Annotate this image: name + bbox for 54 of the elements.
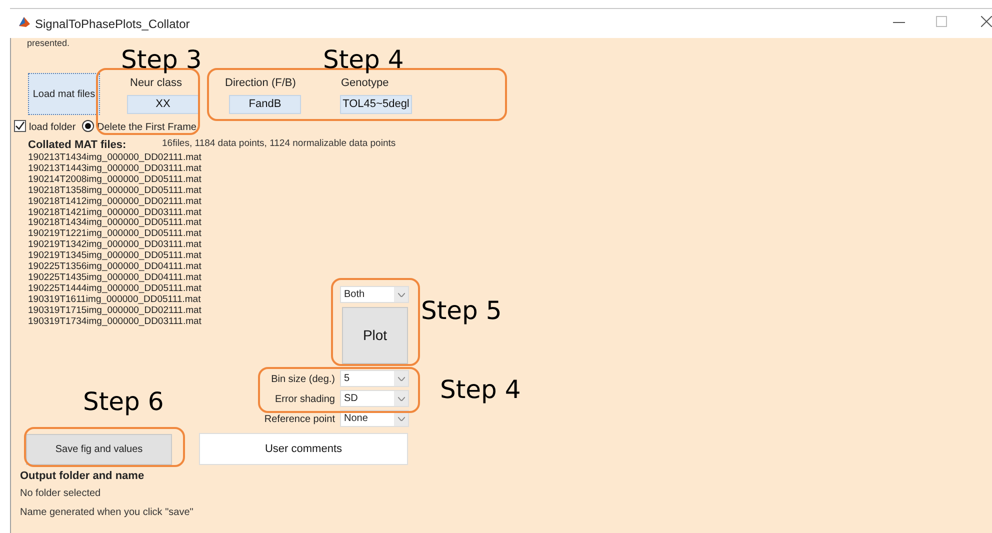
app-icon: [18, 15, 31, 28]
file-name: 190225T1356img_000000_DD04111.mat: [28, 262, 202, 272]
option-label: Bin size (deg.): [270, 373, 335, 387]
window-title: SignalToPhasePlots_Collator: [35, 16, 190, 33]
file-name: 190319T1734img_000000_DD03111.mat: [28, 316, 202, 326]
minimize-icon[interactable]: [893, 22, 905, 24]
dropdown[interactable]: Both: [340, 286, 409, 303]
plot-button[interactable]: Plot: [342, 307, 408, 364]
step-label: Step 4: [440, 376, 521, 404]
caret-icon: [398, 376, 404, 380]
checkbox-label: load folder: [29, 121, 76, 135]
step-label: Step 4: [323, 46, 404, 74]
status-text: presented.: [27, 37, 70, 50]
file-name: 190218T1434img_000000_DD05111.mat: [28, 218, 202, 228]
dropdown[interactable]: SD: [340, 390, 409, 407]
text-field[interactable]: FandB: [229, 95, 301, 114]
radio-label: Delete the First Frame: [97, 121, 196, 135]
step-label: Step 6: [83, 388, 164, 416]
file-name: 190213T1434img_000000_DD02111.mat: [28, 153, 202, 163]
save-button[interactable]: Save fig and values: [26, 434, 172, 465]
name-text: Name generated when you click "save": [20, 506, 194, 520]
file-name: 190225T1444img_000000_DD05111.mat: [28, 284, 202, 294]
section-heading: Collated MAT files:: [28, 138, 126, 153]
section-heading: Output folder and name: [20, 469, 144, 484]
file-name: 190218T1412img_000000_DD02111.mat: [28, 196, 202, 207]
caret-icon: [398, 292, 404, 296]
file-name: 190319T1715img_000000_DD02111.mat: [28, 306, 202, 316]
load-button[interactable]: Load mat files: [28, 73, 100, 115]
step-label: Step 5: [421, 297, 502, 325]
field-label: Direction (F/B): [225, 76, 296, 91]
file-name: 190225T1435img_000000_DD04111.mat: [28, 272, 202, 283]
file-name: 190219T1221img_000000_DD05111.mat: [28, 229, 202, 240]
option-label: Error shading: [274, 393, 335, 407]
caret-icon: [398, 396, 404, 400]
file-name: 190319T1611img_000000_DD05111.mat: [28, 294, 201, 305]
text-field[interactable]: XX: [127, 95, 199, 114]
file-name: 190219T1342img_000000_DD03111.mat: [28, 240, 202, 250]
step-label: Step 3: [121, 46, 202, 74]
folder-text: No folder selected: [20, 487, 101, 501]
file-name: 190218T1358img_000000_DD05111.mat: [28, 186, 202, 196]
caret-icon: [398, 416, 404, 420]
file-name: 190214T2008img_000000_DD05111.mat: [28, 174, 202, 185]
comments-button[interactable]: User comments: [199, 433, 408, 465]
close-icon[interactable]: [981, 16, 992, 27]
text-field[interactable]: TOL45~5degl: [340, 95, 412, 114]
file-name: 190219T1345img_000000_DD05111.mat: [28, 251, 202, 262]
option-label: Reference point: [263, 413, 335, 427]
summary-text: 16files, 1184 data points, 1124 normalizable data points: [162, 137, 396, 151]
file-name: 190218T1421img_000000_DD03111.mat: [28, 208, 202, 218]
field-label: Neur class: [130, 76, 182, 91]
checkbox[interactable]: [14, 120, 26, 132]
dropdown[interactable]: 5: [340, 370, 409, 387]
file-name: 190213T1443img_000000_DD03111.mat: [28, 164, 202, 174]
field-label: Genotype: [341, 76, 389, 91]
